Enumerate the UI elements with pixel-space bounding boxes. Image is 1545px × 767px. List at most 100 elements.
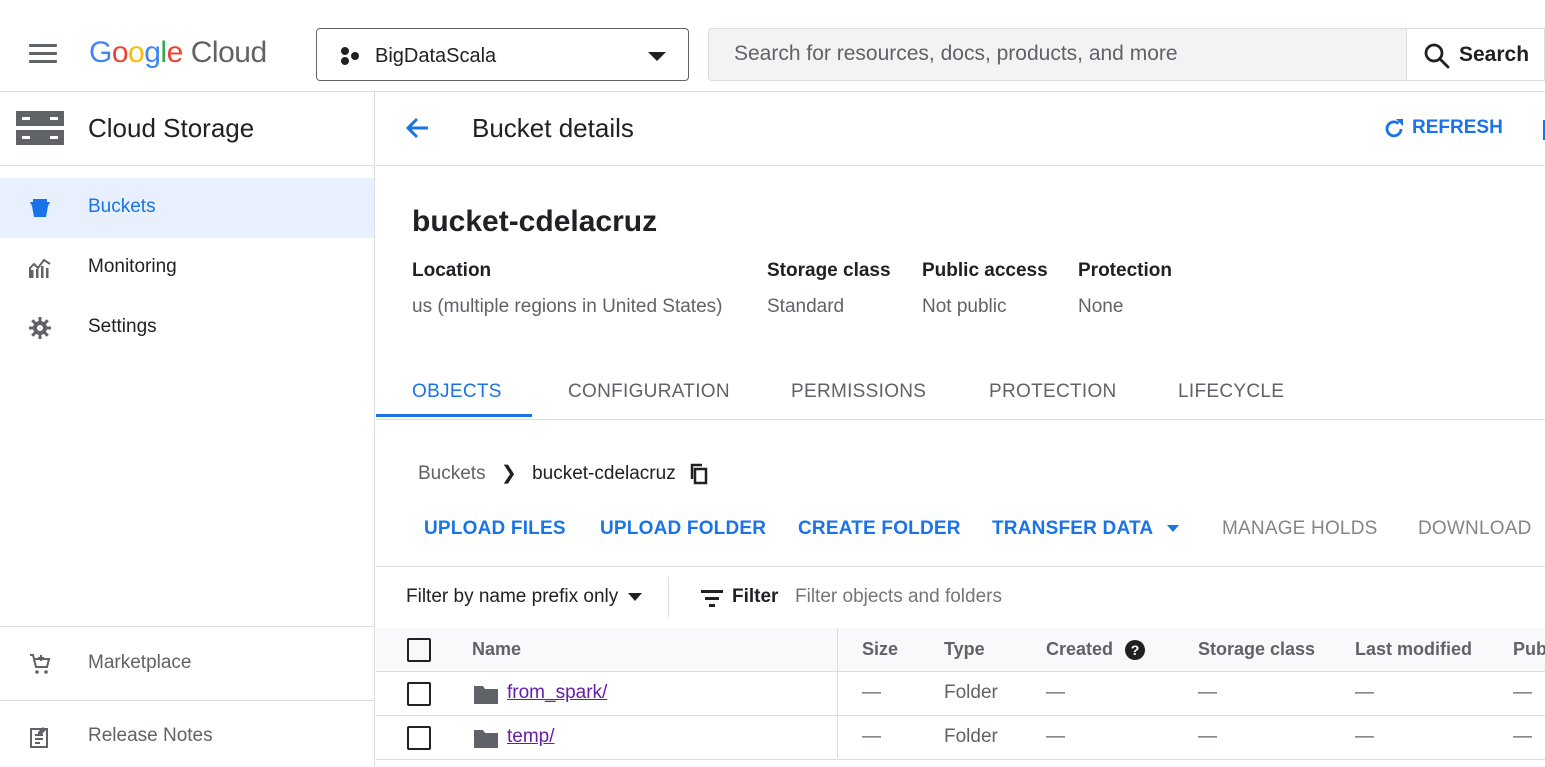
folder-link[interactable]: temp/ — [507, 726, 555, 748]
sidebar: Cloud Storage Buckets Monitoring Setting… — [0, 92, 375, 766]
breadcrumb-current: bucket-cdelacruz — [532, 463, 676, 484]
column-header-created[interactable]: Created? — [1046, 639, 1146, 661]
bucket-icon — [30, 199, 50, 217]
meta-key: Protection — [1078, 260, 1172, 281]
cell-last-modified: — — [1355, 726, 1374, 747]
meta-key: Public access — [922, 260, 1048, 281]
refresh-button[interactable]: REFRESH — [1382, 117, 1503, 147]
release-notes-icon — [30, 727, 48, 748]
copy-icon[interactable] — [689, 463, 709, 485]
cell-public: — — [1513, 726, 1532, 747]
tab-configuration[interactable]: CONFIGURATION — [568, 381, 730, 403]
meta-value: None — [1078, 296, 1124, 317]
project-picker[interactable]: BigDataScala — [316, 28, 689, 81]
cell-last-modified: — — [1355, 682, 1374, 703]
filter-icon[interactable] — [701, 589, 723, 607]
tab-lifecycle[interactable]: LIFECYCLE — [1178, 381, 1284, 403]
create-folder-button[interactable]: CREATE FOLDER — [798, 518, 961, 540]
upload-files-button[interactable]: UPLOAD FILES — [424, 518, 566, 540]
project-hexagon-icon — [341, 47, 359, 65]
sidebar-item-label: Settings — [88, 316, 157, 337]
filter-mode-dropdown[interactable]: Filter by name prefix only — [406, 586, 643, 608]
page-title: Bucket details — [472, 113, 634, 143]
tab-bar: OBJECTS CONFIGURATION PERMISSIONS PROTEC… — [376, 367, 1545, 420]
filter-label: Filter — [732, 586, 779, 607]
sidebar-divider — [0, 626, 374, 627]
google-cloud-logo[interactable]: Google Cloud — [89, 36, 267, 70]
tab-permissions[interactable]: PERMISSIONS — [791, 381, 926, 403]
transfer-data-label: TRANSFER DATA — [992, 518, 1154, 539]
upload-folder-button[interactable]: UPLOAD FOLDER — [600, 518, 766, 540]
project-name: BigDataScala — [375, 45, 497, 67]
bucket-name: bucket-cdelacruz — [412, 205, 658, 238]
gear-icon — [29, 317, 51, 339]
meta-key: Location — [412, 260, 492, 281]
sidebar-item-marketplace[interactable]: Marketplace — [0, 634, 374, 694]
sidebar-header: Cloud Storage — [0, 92, 375, 166]
meta-protection: Protection None — [1078, 260, 1172, 318]
search-button[interactable]: Search — [1406, 28, 1545, 81]
meta-value: Standard — [767, 296, 845, 317]
filter-input[interactable] — [795, 586, 1195, 608]
sidebar-item-buckets[interactable]: Buckets — [0, 178, 374, 238]
cell-storage-class: — — [1198, 682, 1217, 703]
caret-down-icon — [628, 592, 643, 601]
sidebar-item-label: Release Notes — [88, 725, 213, 746]
meta-public-access: Public access Not public — [922, 260, 1048, 318]
page-header: Bucket details REFRESH — [376, 92, 1545, 166]
back-arrow-icon[interactable] — [404, 114, 432, 142]
column-header-type[interactable]: Type — [944, 639, 985, 660]
search-placeholder: Search for resources, docs, products, an… — [734, 42, 1178, 65]
chevron-right-icon: ❯ — [500, 463, 517, 484]
filter-bar: Filter by name prefix only Filter — [376, 566, 1545, 629]
sidebar-item-settings[interactable]: Settings — [0, 298, 374, 358]
sidebar-divider — [0, 700, 374, 701]
column-header-name[interactable]: Name — [472, 639, 521, 660]
sidebar-item-release-notes[interactable]: Release Notes — [0, 707, 374, 767]
created-label: Created — [1046, 639, 1114, 659]
column-header-storage-class[interactable]: Storage class — [1198, 639, 1315, 660]
cell-public: — — [1513, 682, 1532, 703]
meta-storage-class: Storage class Standard — [767, 260, 891, 318]
row-checkbox[interactable] — [407, 726, 431, 750]
sidebar-item-label: Monitoring — [88, 256, 177, 277]
marketplace-cart-icon — [30, 654, 51, 674]
caret-down-icon — [1167, 525, 1180, 533]
cell-size: — — [862, 682, 881, 703]
cell-type: Folder — [944, 726, 998, 747]
sidebar-title: Cloud Storage — [88, 113, 255, 143]
select-all-checkbox[interactable] — [407, 638, 431, 662]
column-header-size[interactable]: Size — [862, 639, 898, 660]
folder-link[interactable]: from_spark/ — [507, 682, 607, 704]
table-row[interactable]: from_spark/ — Folder — — — — — [376, 672, 1545, 716]
download-button[interactable]: DOWNLOAD — [1418, 518, 1532, 540]
action-toolbar: UPLOAD FILES UPLOAD FOLDER CREATE FOLDER… — [376, 518, 1545, 558]
folder-icon — [474, 686, 498, 704]
sidebar-item-label: Marketplace — [88, 652, 192, 673]
cell-created: — — [1046, 726, 1065, 747]
top-bar: Google Cloud BigDataScala Search for reso… — [0, 0, 1545, 92]
manage-holds-button[interactable]: MANAGE HOLDS — [1222, 518, 1378, 540]
transfer-data-button[interactable]: TRANSFER DATA — [992, 518, 1180, 540]
help-icon[interactable]: ? — [1125, 640, 1146, 661]
breadcrumb-buckets-link[interactable]: Buckets — [418, 463, 486, 484]
row-checkbox[interactable] — [407, 682, 431, 706]
table-row[interactable]: temp/ — Folder — — — — — [376, 716, 1545, 760]
column-header-last-modified[interactable]: Last modified — [1355, 639, 1472, 660]
tab-objects[interactable]: OBJECTS — [412, 381, 502, 403]
active-tab-indicator — [376, 414, 532, 417]
search-button-label: Search — [1459, 43, 1530, 66]
divider — [668, 577, 669, 617]
column-header-public[interactable]: Pub — [1513, 639, 1545, 660]
cloud-storage-icon — [16, 111, 64, 145]
cell-storage-class: — — [1198, 726, 1217, 747]
cell-size: — — [862, 726, 881, 747]
chevron-down-icon — [648, 52, 666, 61]
refresh-icon — [1385, 119, 1403, 138]
sidebar-item-label: Buckets — [88, 196, 156, 217]
main-menu-icon[interactable] — [29, 44, 57, 64]
meta-location: Location us (multiple regions in United … — [412, 260, 722, 318]
sidebar-item-monitoring[interactable]: Monitoring — [0, 238, 374, 298]
tab-protection[interactable]: PROTECTION — [989, 381, 1117, 403]
search-icon — [1424, 43, 1450, 69]
